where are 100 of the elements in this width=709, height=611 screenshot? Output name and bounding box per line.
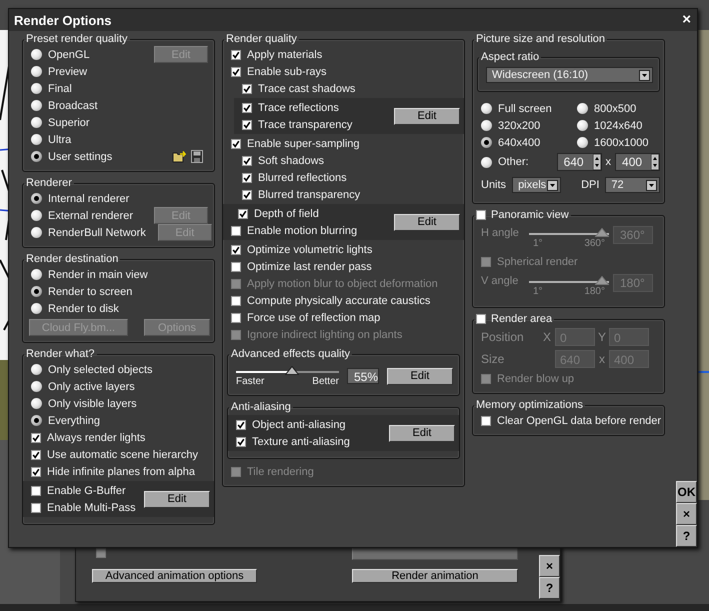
field-label: X (542, 330, 552, 344)
cancel-button[interactable]: × (539, 555, 560, 577)
angle-label: H angle (481, 226, 520, 239)
checkbox[interactable] (231, 312, 241, 322)
checkbox-label: Blurred transparency (258, 188, 360, 200)
group-title: Render destination (26, 253, 118, 265)
dialog-button[interactable]: Advanced animation options (92, 569, 257, 583)
checkbox[interactable] (242, 84, 252, 94)
edit-button[interactable]: Edit (394, 108, 460, 124)
checkbox[interactable] (476, 210, 486, 220)
radio-button[interactable] (481, 156, 492, 168)
radio-button[interactable] (481, 120, 492, 131)
radio-button[interactable] (31, 269, 42, 280)
spinner-icon[interactable] (651, 154, 659, 170)
save-icon[interactable] (190, 150, 204, 163)
checkbox[interactable] (231, 262, 241, 272)
radio-button[interactable] (31, 117, 42, 128)
radio-label: RenderBull Network (48, 226, 146, 238)
radio-label: 640x400 (498, 136, 540, 148)
checkbox[interactable] (238, 208, 248, 218)
checkbox-label: Always render lights (47, 432, 146, 444)
edit-button[interactable]: Edit (394, 214, 460, 230)
value-readout: 55% (346, 368, 379, 384)
units-label: Units (481, 179, 506, 191)
radio-button[interactable] (31, 193, 42, 204)
help-button[interactable]: ? (539, 577, 560, 599)
checkbox[interactable] (231, 66, 241, 76)
radio-label: Ultra (48, 134, 72, 146)
checkbox-label: Trace transparency (258, 118, 352, 130)
radio-button[interactable] (31, 134, 42, 145)
checkbox[interactable] (31, 432, 41, 442)
radio-button[interactable] (577, 103, 588, 114)
radio-button[interactable] (31, 381, 42, 392)
radio-button[interactable] (31, 415, 42, 426)
radio-button[interactable] (31, 286, 42, 297)
radio-button[interactable] (31, 49, 42, 60)
radio-button[interactable] (577, 137, 588, 148)
dropdown[interactable]: pixels (512, 177, 562, 193)
checkbox-label: Trace reflections (258, 102, 339, 114)
close-button[interactable]: × (680, 12, 693, 28)
checkbox[interactable] (236, 436, 246, 446)
number-field[interactable]: 400 (615, 153, 660, 171)
group-title: Renderer (26, 177, 72, 189)
slider-min-label: 1° (533, 238, 543, 249)
checkbox[interactable] (242, 102, 252, 112)
checkbox[interactable] (31, 502, 41, 512)
group-title: Preset render quality (26, 33, 128, 45)
slider-thumb[interactable] (284, 366, 299, 375)
checkbox[interactable] (242, 172, 252, 182)
checkbox-label: Tile rendering (247, 466, 314, 478)
checkbox[interactable] (476, 314, 486, 324)
checkbox-label: Apply motion blur to object deformation (247, 278, 438, 290)
radio-button[interactable] (31, 303, 42, 314)
radio-label: User settings (48, 150, 112, 162)
checkbox[interactable] (31, 450, 41, 460)
checkbox-label: Ignore indirect lighting on plants (247, 328, 402, 340)
radio-button[interactable] (31, 83, 42, 94)
radio-button[interactable] (31, 66, 42, 77)
checkbox[interactable] (236, 420, 246, 430)
checkbox-label: Texture anti-aliasing (252, 436, 350, 448)
checkbox[interactable] (231, 244, 241, 254)
window-title: Render Options (14, 12, 112, 28)
radio-button[interactable] (481, 137, 492, 148)
checkbox[interactable] (242, 120, 252, 130)
radio-button[interactable] (31, 151, 42, 162)
checkbox[interactable] (242, 190, 252, 200)
number-field[interactable]: 640 (556, 153, 602, 171)
cancel-button[interactable]: × (676, 503, 697, 525)
checkbox-label: Enable motion blurring (247, 224, 358, 236)
ok-button[interactable]: OK (676, 481, 697, 503)
dropdown[interactable]: Widescreen (16:10) (486, 67, 653, 83)
field-label: x (598, 352, 606, 366)
radio-button[interactable] (31, 100, 42, 111)
checkbox[interactable] (231, 296, 241, 306)
radio-button[interactable] (31, 398, 42, 409)
checkbox[interactable] (481, 416, 491, 426)
radio-button[interactable] (31, 364, 42, 375)
dropdown[interactable]: 72 (605, 177, 660, 193)
spinner-icon[interactable] (592, 154, 601, 170)
checkbox[interactable] (231, 50, 241, 60)
checkbox[interactable] (242, 156, 252, 166)
dialog-button[interactable]: Render animation (352, 569, 518, 583)
radio-label: Final (48, 82, 72, 94)
checkbox[interactable] (31, 466, 41, 476)
checkbox[interactable] (231, 138, 241, 148)
checkbox[interactable] (231, 226, 241, 236)
help-button[interactable]: ? (676, 525, 697, 547)
radio-button[interactable] (577, 120, 588, 131)
field-label: Position (481, 330, 525, 344)
edit-button[interactable]: Edit (387, 368, 453, 384)
folder-icon[interactable] (172, 150, 186, 163)
edit-button[interactable]: Edit (389, 424, 455, 442)
radio-label: Render to disk (48, 302, 119, 314)
field-label: Y (596, 330, 607, 344)
radio-button[interactable] (31, 210, 42, 221)
checkbox[interactable] (31, 486, 41, 496)
radio-button[interactable] (481, 103, 492, 114)
edit-button[interactable]: Edit (144, 490, 210, 508)
radio-label: Everything (48, 414, 100, 426)
radio-button[interactable] (31, 227, 42, 238)
